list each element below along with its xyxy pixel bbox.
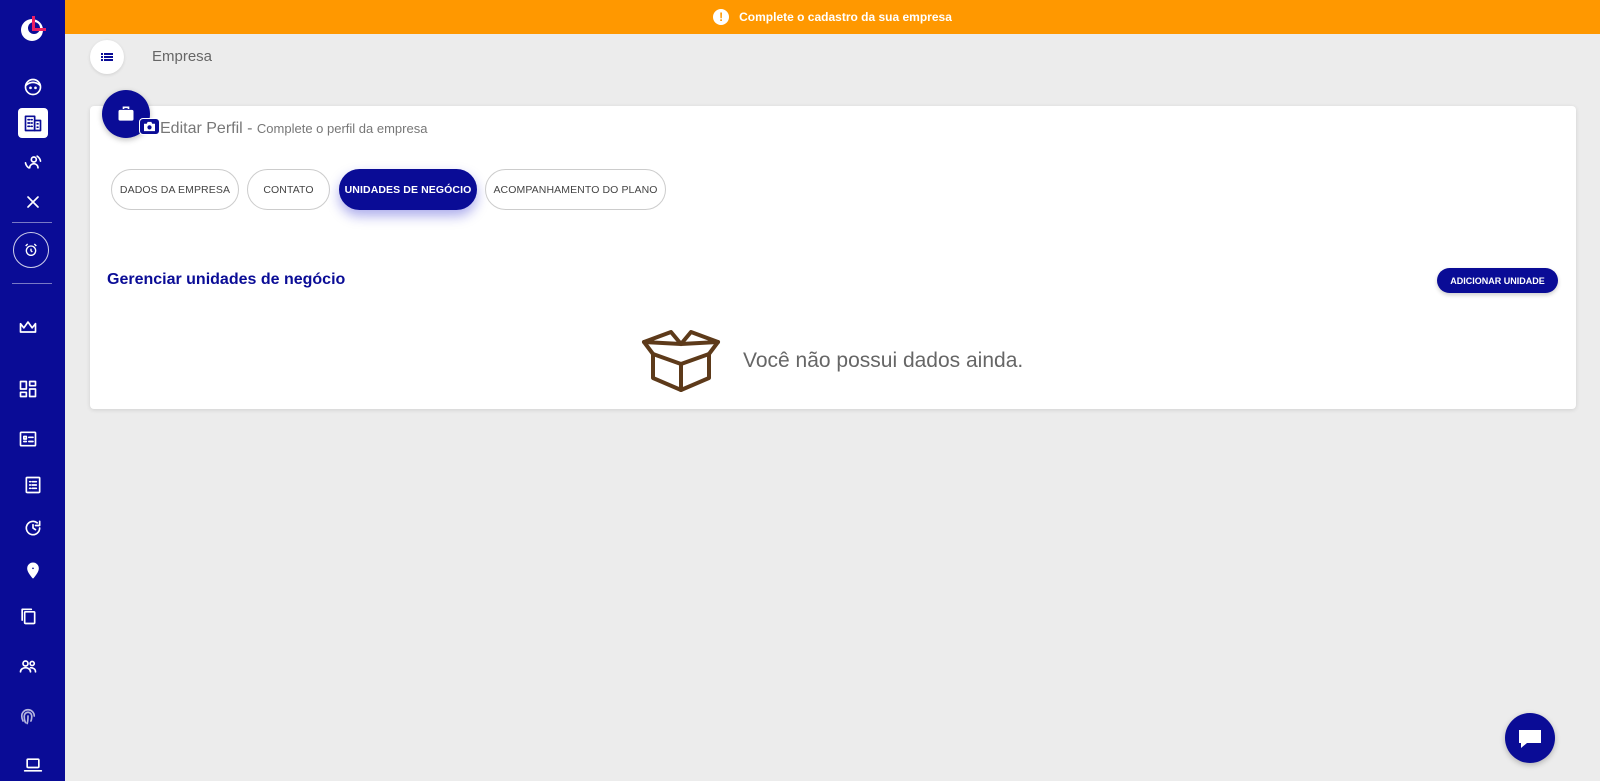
- close-icon[interactable]: [18, 187, 48, 217]
- camera-icon[interactable]: [139, 118, 160, 135]
- sidebar-divider: [12, 222, 52, 223]
- location-pin-icon[interactable]: [18, 555, 48, 585]
- tab-unidades-de-negocio[interactable]: UNIDADES DE NEGÓCIO: [339, 169, 477, 210]
- profile-title-text: Editar Perfil: [160, 120, 243, 137]
- dashboard-icon[interactable]: [13, 374, 43, 404]
- chat-bubble-icon[interactable]: [1505, 713, 1555, 763]
- crown-icon[interactable]: [13, 312, 43, 342]
- logo-icon[interactable]: [18, 12, 50, 44]
- building-icon[interactable]: [18, 108, 48, 138]
- open-box-icon: [641, 328, 721, 399]
- breadcrumb-title: Empresa: [152, 48, 213, 65]
- profile-subtitle: Complete o perfil da empresa: [256, 121, 428, 136]
- people-sync-icon[interactable]: [18, 147, 48, 177]
- profile-title-separator: -: [242, 120, 257, 137]
- history-icon[interactable]: [18, 513, 48, 543]
- list-icon: [101, 53, 113, 61]
- group-icon[interactable]: [13, 651, 43, 681]
- tab-dados-da-empresa[interactable]: DADOS DA EMPRESA: [111, 169, 239, 210]
- sidebar-divider: [12, 283, 52, 284]
- card-icon[interactable]: [13, 424, 43, 454]
- tab-contato[interactable]: CONTATO: [247, 169, 330, 210]
- add-unit-button[interactable]: ADICIONAR UNIDADE: [1437, 268, 1558, 293]
- alarm-icon[interactable]: [13, 232, 49, 268]
- banner-message: Complete o cadastro da sua empresa: [739, 10, 952, 24]
- list-icon[interactable]: [18, 470, 48, 500]
- sidebar: [0, 0, 65, 781]
- profile-title: Editar Perfil - Complete o perfil da emp…: [160, 120, 427, 138]
- section-title: Gerenciar unidades de negócio: [107, 271, 346, 288]
- menu-toggle-button[interactable]: [90, 40, 124, 74]
- empty-state-message: Você não possui dados ainda.: [743, 349, 1024, 372]
- copy-icon[interactable]: [13, 601, 43, 631]
- tab-acompanhamento-do-plano[interactable]: ACOMPANHAMENTO DO PLANO: [485, 169, 666, 210]
- laptop-icon[interactable]: [18, 750, 48, 780]
- fingerprint-icon[interactable]: [13, 701, 43, 731]
- alert-banner: ! Complete o cadastro da sua empresa: [65, 0, 1600, 34]
- face-icon[interactable]: [18, 72, 48, 102]
- alert-circle-icon: !: [713, 9, 730, 25]
